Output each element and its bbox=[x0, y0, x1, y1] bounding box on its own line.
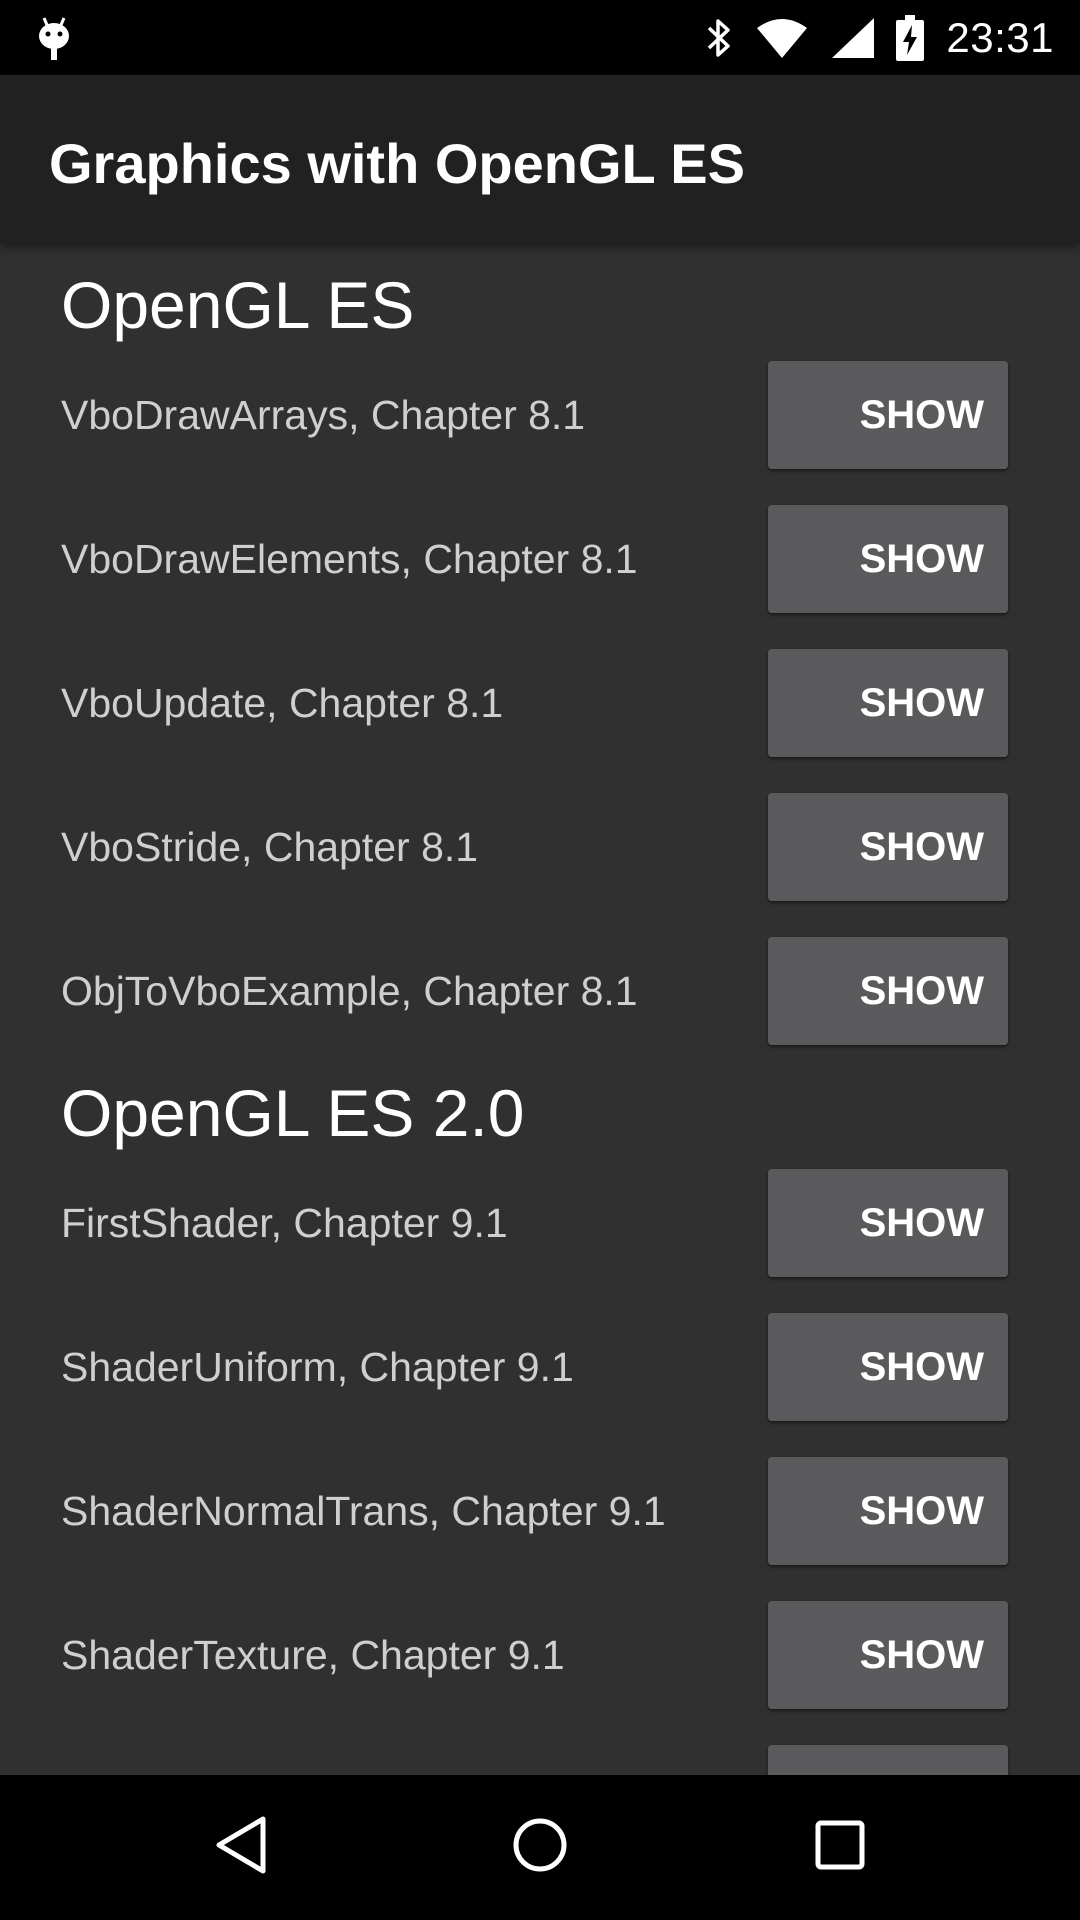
show-button-partial[interactable] bbox=[768, 1745, 1008, 1775]
home-button[interactable] bbox=[470, 1775, 610, 1920]
battery-charging-icon bbox=[896, 14, 925, 61]
list-item: FirstShader, Chapter 9.1 SHOW bbox=[0, 1169, 1080, 1277]
show-button[interactable]: SHOW bbox=[768, 793, 1008, 901]
example-label: VboDrawArrays, Chapter 8.1 bbox=[61, 391, 586, 438]
list-item: VboUpdate, Chapter 8.1 SHOW bbox=[0, 649, 1080, 757]
show-button[interactable]: SHOW bbox=[768, 937, 1008, 1045]
status-icons: 23:31 bbox=[704, 0, 1054, 75]
list-item: ShaderUniform, Chapter 9.1 SHOW bbox=[0, 1313, 1080, 1421]
show-button[interactable]: SHOW bbox=[768, 1313, 1008, 1421]
show-button[interactable]: SHOW bbox=[768, 1601, 1008, 1709]
example-label: VboDrawElements, Chapter 8.1 bbox=[61, 535, 638, 582]
recents-button[interactable] bbox=[770, 1775, 910, 1920]
list-item: VboStride, Chapter 8.1 SHOW bbox=[0, 793, 1080, 901]
list-item: VboDrawElements, Chapter 8.1 SHOW bbox=[0, 505, 1080, 613]
example-label: VboUpdate, Chapter 8.1 bbox=[61, 679, 504, 726]
status-time: 23:31 bbox=[946, 13, 1054, 61]
home-icon bbox=[512, 1817, 568, 1878]
show-button[interactable]: SHOW bbox=[768, 649, 1008, 757]
show-button[interactable]: SHOW bbox=[768, 361, 1008, 469]
list-item: ShaderNormalTrans, Chapter 9.1 SHOW bbox=[0, 1457, 1080, 1565]
example-label: ShaderUniform, Chapter 9.1 bbox=[61, 1343, 574, 1390]
example-label: ShaderNormalTrans, Chapter 9.1 bbox=[61, 1487, 666, 1534]
cell-signal-icon bbox=[830, 17, 875, 58]
recents-icon bbox=[815, 1820, 865, 1875]
page-title: Graphics with OpenGL ES bbox=[49, 132, 745, 195]
navigation-bar bbox=[0, 1775, 1080, 1920]
android-debug-icon bbox=[36, 14, 72, 62]
example-label: FirstShader, Chapter 9.1 bbox=[61, 1199, 508, 1246]
bluetooth-icon bbox=[704, 17, 734, 59]
section-heading-opengl-es-2: OpenGL ES 2.0 bbox=[61, 1076, 525, 1150]
example-label: ShaderTexture, Chapter 9.1 bbox=[61, 1631, 565, 1678]
example-label: VboStride, Chapter 8.1 bbox=[61, 823, 479, 870]
list-item-partial bbox=[0, 1745, 1080, 1775]
app-bar: Graphics with OpenGL ES bbox=[0, 75, 1080, 243]
section-heading-opengl-es: OpenGL ES bbox=[61, 268, 415, 342]
show-button[interactable]: SHOW bbox=[768, 1457, 1008, 1565]
status-bar: 23:31 bbox=[0, 0, 1080, 75]
list-item: VboDrawArrays, Chapter 8.1 SHOW bbox=[0, 361, 1080, 469]
show-button[interactable]: SHOW bbox=[768, 1169, 1008, 1277]
example-label: ObjToVboExample, Chapter 8.1 bbox=[61, 967, 638, 1014]
back-icon bbox=[213, 1815, 269, 1880]
list-item: ObjToVboExample, Chapter 8.1 SHOW bbox=[0, 937, 1080, 1045]
list-item: ShaderTexture, Chapter 9.1 SHOW bbox=[0, 1601, 1080, 1709]
back-button[interactable] bbox=[171, 1775, 311, 1920]
example-list[interactable]: OpenGL ES VboDrawArrays, Chapter 8.1 SHO… bbox=[0, 243, 1080, 1775]
show-button[interactable]: SHOW bbox=[768, 505, 1008, 613]
wifi-icon bbox=[756, 18, 808, 58]
